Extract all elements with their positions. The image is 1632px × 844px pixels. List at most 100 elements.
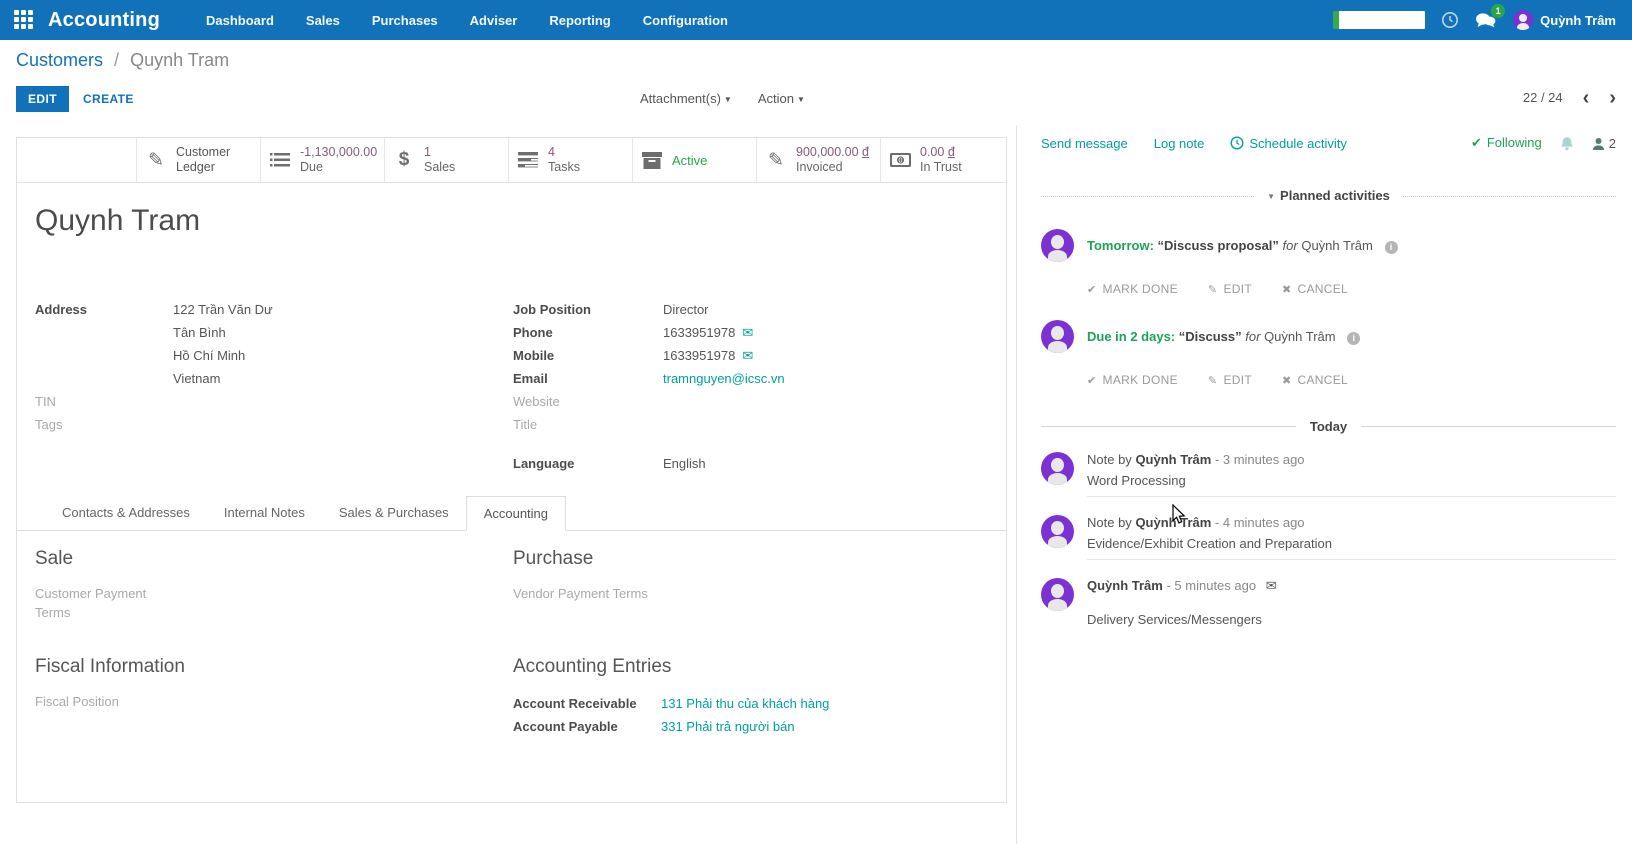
breadcrumb-customers[interactable]: Customers <box>16 50 103 70</box>
user-avatar <box>1513 10 1534 30</box>
activity-due: Tomorrow: <box>1087 238 1154 253</box>
phone-label: Phone <box>513 325 553 340</box>
create-button[interactable]: CREATE <box>83 92 134 106</box>
app-title[interactable]: Accounting <box>48 9 160 32</box>
cancel-activity-button[interactable]: ✖ CANCEL <box>1282 282 1348 296</box>
planned-activities-divider[interactable]: ▼ Planned activities <box>1041 187 1616 205</box>
sms-icon[interactable]: ✉ <box>742 344 753 367</box>
form-sheet: ✎ Customer Ledger -1,130,000.00 Due $ 1 Sal… <box>16 137 1007 803</box>
menu-sales[interactable]: Sales <box>306 13 340 28</box>
message-author[interactable]: Quỳnh Trâm <box>1135 515 1211 530</box>
account-payable-label: Account Payable <box>513 719 618 734</box>
mobile-label: Mobile <box>513 348 555 363</box>
x-icon: ✖ <box>1281 375 1292 387</box>
activity-summary: “Discuss proposal” <box>1157 238 1279 253</box>
attachments-dropdown[interactable]: Attachment(s) ▼ <box>640 91 732 106</box>
activity-summary: “Discuss” <box>1178 329 1242 344</box>
avatar <box>1041 452 1074 485</box>
stat-invoiced[interactable]: ✎ 900,000.00 đ Invoiced <box>756 138 880 182</box>
stat-in-trust[interactable]: 0 0.00 đ In Trust <box>880 138 1004 182</box>
activity-clock-icon[interactable] <box>1441 11 1459 29</box>
message-author[interactable]: Quỳnh Trâm <box>1135 452 1211 467</box>
list-icon <box>268 152 292 168</box>
bell-icon[interactable] <box>1560 136 1574 151</box>
language-label: Language <box>513 456 575 471</box>
message-author[interactable]: Quỳnh Trâm <box>1087 578 1163 593</box>
check-icon: ✔ <box>1087 284 1097 296</box>
chatter-panel: Send message Log note Schedule activity … <box>1016 125 1632 844</box>
breadcrumb-separator: / <box>114 50 120 70</box>
message-body: Evidence/Exhibit Creation and Preparatio… <box>1087 536 1332 551</box>
followers-count: 2 <box>1608 135 1616 151</box>
check-icon: ✔ <box>1087 375 1097 387</box>
user-menu[interactable]: Quỳnh Trâm <box>1513 10 1616 30</box>
email-value[interactable]: tramnguyen@icsc.vn <box>663 367 785 390</box>
stat-sales[interactable]: $ 1 Sales <box>384 138 508 182</box>
language-value: English <box>663 456 706 471</box>
action-dropdown[interactable]: Action ▼ <box>758 91 805 106</box>
customer-payment-terms-label: Customer Payment Terms <box>35 586 147 620</box>
phone-value[interactable]: 1633951978 <box>663 321 735 344</box>
menu-reporting[interactable]: Reporting <box>549 13 610 28</box>
mark-done-button[interactable]: ✔ MARK DONE <box>1087 373 1178 387</box>
check-icon: ✔ <box>1470 135 1482 150</box>
stat-active[interactable]: Active <box>632 138 756 182</box>
title-label: Title <box>513 417 538 432</box>
message-item: Note by Quỳnh Trâm - 4 minutes ago Evide… <box>1041 515 1616 560</box>
edit-activity-button[interactable]: ✎ EDIT <box>1208 373 1252 387</box>
svg-text:0: 0 <box>898 158 902 165</box>
messages-badge: 1 <box>1491 4 1506 18</box>
vendor-payment-terms-label: Vendor Payment Terms <box>513 586 648 601</box>
schedule-activity-button[interactable]: Schedule activity <box>1230 136 1347 151</box>
activity-assignee: Quỳnh Trâm <box>1264 329 1336 344</box>
tab-sales-purchases[interactable]: Sales & Purchases <box>322 496 466 530</box>
pager-next-icon[interactable]: › <box>1609 88 1616 108</box>
edit-icon: ✎ <box>768 149 784 171</box>
archive-icon <box>640 151 664 169</box>
mobile-value[interactable]: 1633951978 <box>663 344 735 367</box>
sms-icon[interactable]: ✉ <box>742 321 753 344</box>
menu-purchases[interactable]: Purchases <box>372 13 438 28</box>
tab-contacts-addresses[interactable]: Contacts & Addresses <box>45 496 207 530</box>
job-position-value: Director <box>663 302 709 317</box>
followers-button[interactable]: 2 <box>1592 136 1616 151</box>
main-menu: Dashboard Sales Purchases Adviser Report… <box>206 13 728 28</box>
tab-internal-notes[interactable]: Internal Notes <box>207 496 322 530</box>
timer-widget[interactable] <box>1333 11 1426 29</box>
pencil-icon: ✎ <box>1207 375 1218 387</box>
log-note-button[interactable]: Log note <box>1154 136 1205 151</box>
menu-dashboard[interactable]: Dashboard <box>206 13 274 28</box>
stat-tasks[interactable]: 4 Tasks <box>508 138 632 182</box>
cancel-activity-button[interactable]: ✖ CANCEL <box>1282 373 1348 387</box>
edit-icon: ✎ <box>148 149 164 171</box>
top-navbar: Accounting Dashboard Sales Purchases Adv… <box>0 0 1632 40</box>
send-message-button[interactable]: Send message <box>1041 136 1128 151</box>
pager-value[interactable]: 22 / 24 <box>1523 90 1563 105</box>
edit-button[interactable]: EDIT <box>16 86 69 112</box>
dollar-icon: $ <box>398 149 410 170</box>
info-icon[interactable]: i <box>1384 241 1398 254</box>
following-toggle[interactable]: ✔ Following <box>1471 135 1542 151</box>
breadcrumb: Customers / Quynh Tram <box>16 50 229 71</box>
money-icon: 0 <box>888 153 912 167</box>
chevron-down-icon: ▼ <box>1267 192 1276 202</box>
pager-previous-icon[interactable]: ‹ <box>1583 88 1590 108</box>
account-receivable-value[interactable]: 131 Phải thu của khách hàng <box>661 692 829 715</box>
edit-activity-button[interactable]: ✎ EDIT <box>1208 282 1252 296</box>
message-body: Delivery Services/Messengers <box>1087 612 1262 627</box>
apps-menu-icon[interactable] <box>14 10 34 30</box>
tab-accounting[interactable]: Accounting <box>465 496 567 531</box>
stat-due[interactable]: -1,130,000.00 Due <box>260 138 384 182</box>
address-label: Address <box>35 302 88 317</box>
avatar <box>1041 578 1074 611</box>
info-icon[interactable]: i <box>1347 332 1361 345</box>
messages-icon[interactable]: 1 <box>1475 4 1506 29</box>
menu-adviser[interactable]: Adviser <box>470 13 518 28</box>
sale-heading: Sale <box>35 548 74 569</box>
today-divider: Today <box>1041 419 1616 434</box>
mark-done-button[interactable]: ✔ MARK DONE <box>1087 282 1178 296</box>
chevron-down-icon: ▼ <box>723 95 732 105</box>
menu-configuration[interactable]: Configuration <box>643 13 728 28</box>
account-payable-value[interactable]: 331 Phải trả người bán <box>661 715 795 738</box>
stat-customer-ledger[interactable]: ✎ Customer Ledger <box>136 138 260 182</box>
